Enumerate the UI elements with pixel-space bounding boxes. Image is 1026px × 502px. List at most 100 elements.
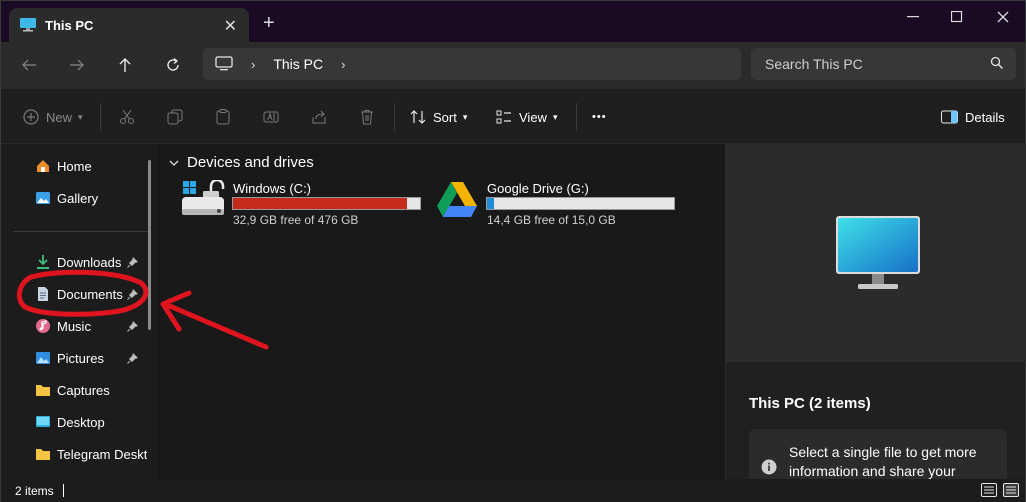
new-tab-button[interactable]: + — [263, 13, 275, 33]
refresh-icon — [167, 57, 179, 71]
sidebar-item-label: Gallery — [57, 190, 99, 206]
home-icon — [37, 160, 49, 172]
details-info-text: Select a single file to get more informa… — [789, 444, 977, 479]
details-title: This PC (2 items) — [749, 395, 871, 412]
pin-icon[interactable] — [127, 288, 139, 300]
sidebar-item-label: Pictures — [57, 350, 104, 366]
trash-icon — [361, 110, 373, 125]
copy-button[interactable] — [167, 105, 183, 129]
sidebar-item-captures[interactable]: Captures — [35, 380, 147, 400]
up-button[interactable] — [111, 52, 139, 78]
close-window-button[interactable] — [988, 6, 1018, 28]
details-preview — [726, 144, 1026, 362]
drive-google-drive-g[interactable]: Google Drive (G:) 14,4 GB free of 15,0 G… — [435, 180, 675, 230]
new-button[interactable]: New ▾ — [23, 105, 83, 129]
command-bar: New ▾ Sort ▾ View ▾ ••• Details — [1, 88, 1025, 144]
back-button[interactable] — [15, 52, 43, 78]
folder-icon — [36, 449, 50, 460]
sidebar-item-home[interactable]: Home — [35, 156, 147, 176]
paste-icon — [216, 109, 230, 125]
search-input[interactable] — [751, 48, 971, 80]
close-tab-icon[interactable]: ✕ — [224, 16, 237, 36]
this-pc-icon — [20, 18, 36, 32]
title-bar: This PC ✕ + — [1, 1, 1025, 42]
drive-usage-bar — [232, 197, 421, 210]
monitor-icon — [215, 56, 233, 71]
drive-usage-fill — [487, 198, 495, 209]
minimize-icon — [907, 16, 919, 18]
documents-icon — [38, 287, 48, 301]
sidebar-item-label: Downloads — [57, 254, 122, 270]
sidebar-item-label: Captures — [57, 382, 110, 398]
chevron-down-icon: ▾ — [78, 111, 83, 122]
pictures-icon — [36, 352, 50, 364]
pin-icon[interactable] — [127, 256, 139, 268]
drive-free-space: 14,4 GB free of 15,0 GB — [487, 213, 616, 227]
more-options-button[interactable]: ••• — [592, 105, 607, 129]
search-box[interactable] — [751, 48, 1016, 80]
tab-title: This PC — [45, 17, 94, 33]
details-pane-icon — [941, 110, 958, 124]
breadcrumb-this-pc[interactable]: This PC — [273, 56, 323, 72]
status-bar: 2 items — [1, 479, 1025, 502]
tab-this-pc[interactable]: This PC ✕ — [9, 8, 249, 42]
sidebar-divider — [13, 231, 148, 232]
navigation-pane: Home Gallery Downloads Documents Music P… — [1, 144, 158, 479]
pin-icon[interactable] — [127, 352, 139, 364]
this-pc-large-icon — [836, 216, 920, 289]
chevron-right-icon[interactable]: › — [251, 57, 255, 72]
more-icon: ••• — [592, 111, 607, 123]
navigation-bar: › This PC › — [1, 42, 1025, 88]
view-button[interactable]: View ▾ — [496, 105, 557, 129]
pin-icon[interactable] — [127, 320, 139, 332]
sort-button-label: Sort — [433, 109, 457, 125]
sidebar-item-label: Home — [57, 158, 92, 174]
sidebar-scrollbar[interactable] — [148, 160, 151, 330]
toolbar-divider — [100, 103, 101, 131]
rename-button[interactable] — [263, 105, 279, 129]
sort-icon — [410, 110, 426, 124]
drive-windows-c[interactable]: Windows (C:) 32,9 GB free of 476 GB — [181, 180, 421, 230]
sidebar-item-gallery[interactable]: Gallery — [35, 188, 147, 208]
sort-button[interactable]: Sort ▾ — [410, 105, 467, 129]
maximize-button[interactable] — [942, 6, 972, 28]
tiles-view-icon[interactable] — [1003, 483, 1019, 497]
minimize-button[interactable] — [898, 6, 928, 28]
details-button[interactable]: Details — [941, 105, 1005, 129]
item-count: 2 items — [15, 484, 54, 498]
share-button[interactable] — [311, 105, 327, 129]
google-drive-icon — [437, 182, 477, 217]
windows-drive-icon — [182, 180, 225, 215]
drive-free-space: 32,9 GB free of 476 GB — [233, 213, 359, 227]
music-icon — [36, 319, 50, 333]
group-title: Devices and drives — [187, 154, 314, 171]
cut-button[interactable] — [119, 105, 135, 129]
sidebar-item-label: Music — [57, 318, 91, 334]
folder-icon — [36, 385, 50, 396]
group-header-devices[interactable]: Devices and drives — [169, 154, 314, 171]
forward-button[interactable] — [63, 52, 91, 78]
gallery-icon — [36, 192, 50, 204]
arrow-left-icon — [22, 59, 36, 71]
drive-name: Windows (C:) — [233, 181, 312, 196]
paste-button[interactable] — [215, 105, 231, 129]
address-bar[interactable]: › This PC › — [203, 48, 741, 80]
delete-button[interactable] — [359, 105, 375, 129]
downloads-icon — [37, 255, 49, 269]
cut-icon — [120, 109, 134, 124]
sidebar-item-desktop[interactable]: Desktop — [35, 412, 147, 432]
drive-usage-fill — [233, 198, 407, 209]
details-view-icon[interactable] — [981, 483, 997, 497]
share-icon — [312, 110, 326, 124]
status-separator — [63, 484, 64, 497]
search-icon[interactable] — [990, 56, 1004, 70]
sidebar-item-telegram-desktop[interactable]: Telegram Desktop — [35, 444, 147, 464]
chevron-down-icon[interactable] — [169, 159, 179, 167]
sidebar-item-label: Telegram Desktop — [57, 446, 147, 462]
refresh-button[interactable] — [159, 52, 187, 78]
plus-circle-icon — [23, 109, 39, 125]
desktop-icon — [36, 416, 50, 427]
file-list: Devices and drives Windows (C:) 32,9 GB … — [161, 144, 724, 479]
toolbar-divider — [576, 103, 577, 131]
chevron-right-icon[interactable]: › — [341, 57, 345, 72]
